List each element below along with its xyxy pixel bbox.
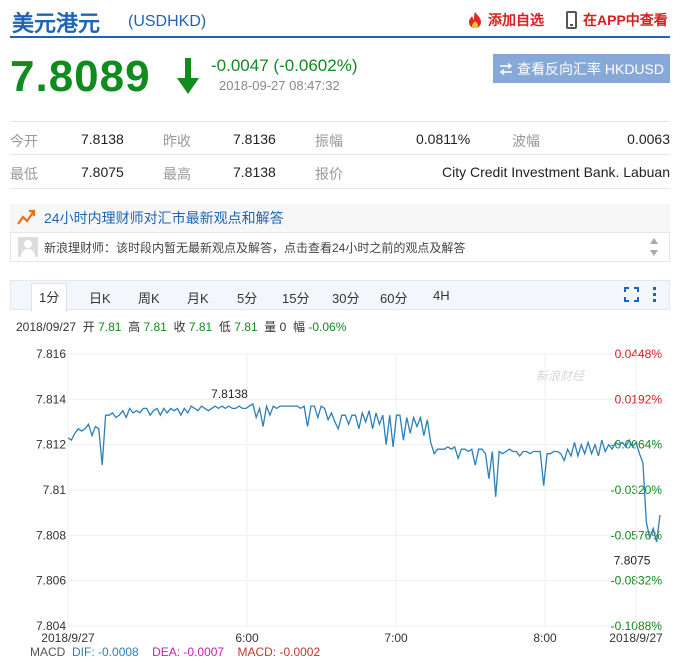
info-close: 7.81 [188, 320, 213, 334]
macd-title: MACD [30, 645, 66, 659]
tab-1min[interactable]: 1分 [31, 283, 68, 312]
y-tick-label: 7.814 [36, 392, 66, 406]
info-amplitude-label: 幅 [293, 320, 306, 334]
swap-icon [499, 62, 513, 75]
open-in-app-button[interactable]: 在APP中查看 [566, 10, 668, 30]
tab-15min[interactable]: 15分 [282, 288, 309, 307]
flame-icon [469, 12, 481, 28]
open-label: 今开 [10, 133, 38, 149]
info-high: 7.81 [143, 320, 167, 334]
info-low: 7.81 [234, 320, 258, 334]
stats-row: 最低 7.8075 最高 7.8138 报价 City Credit Inves… [10, 155, 670, 189]
pct-tick-label: 0.0448% [615, 347, 663, 361]
wave-label: 波幅 [512, 133, 540, 149]
fullscreen-icon[interactable] [624, 287, 639, 302]
more-options-icon[interactable] [653, 287, 657, 302]
info-low-label: 低 [218, 320, 231, 334]
open-value: 7.8138 [81, 131, 124, 147]
tab-5min[interactable]: 5分 [237, 288, 257, 307]
y-tick-label: 7.812 [36, 438, 66, 452]
pair-code: (USDHKD) [128, 13, 207, 30]
high-label: 最高 [163, 166, 191, 182]
info-close-label: 收 [173, 320, 186, 334]
extreme-price-label: 7.8075 [614, 554, 651, 568]
x-tick-label: 2018/9/27 [41, 631, 95, 645]
watermark: 新浪财经 [536, 369, 586, 383]
high-value: 7.8138 [233, 164, 276, 180]
prev-close-value: 7.8136 [233, 131, 276, 147]
info-date: 2018/09/27 [16, 320, 77, 334]
amplitude-value: 0.0811% [416, 131, 471, 147]
macd-value: MACD: -0.0002 [237, 645, 321, 659]
y-tick-label: 7.806 [36, 574, 66, 588]
reverse-rate-button[interactable]: 查看反向汇率 HKDUSD [493, 54, 670, 83]
open-in-app-label: 在APP中查看 [583, 12, 668, 28]
info-amplitude: -0.06% [308, 320, 347, 334]
x-tick-label: 7:00 [384, 631, 408, 645]
ohlc-info: 2018/09/27 开 7.81 高 7.81 收 7.81 低 7.81 量… [16, 318, 346, 335]
macd-dea: DEA: -0.0007 [152, 645, 225, 659]
wave-value: 0.0063 [627, 131, 670, 147]
x-tick-label: 6:00 [235, 631, 259, 645]
advisor-news-text: 新浪理财师：该时段内暂无最新观点及解答，点击查看24小时之前的观点及解答 [44, 240, 466, 255]
stats-row: 今开 7.8138 昨收 7.8136 振幅 0.0811% 波幅 0.0063 [10, 121, 670, 155]
macd-dif: DIF: -0.0008 [72, 645, 139, 659]
low-label: 最低 [10, 166, 38, 182]
info-volume: 0 [279, 320, 287, 334]
pair-name: 美元港元 [12, 11, 101, 36]
amplitude-label: 振幅 [315, 133, 343, 149]
scroll-arrows-icon[interactable] [649, 237, 659, 257]
add-watchlist-button[interactable]: 添加自选 [466, 10, 544, 30]
y-tick-label: 7.81 [43, 483, 67, 497]
tab-60min[interactable]: 60分 [380, 288, 407, 307]
y-tick-label: 7.816 [36, 347, 66, 361]
extreme-price-label: 7.8138 [211, 387, 248, 401]
pct-tick-label: 0.0192% [615, 392, 663, 406]
quote-header: 美元港元 (USDHKD) 添加自选 在APP中查看 [10, 4, 670, 38]
tab-4h[interactable]: 4H [433, 288, 450, 303]
tab-weekly-k[interactable]: 周K [138, 288, 160, 307]
reverse-rate-label: 查看反向汇率 HKDUSD [516, 60, 664, 77]
stats-table: 今开 7.8138 昨收 7.8136 振幅 0.0811% 波幅 0.0063… [10, 121, 670, 189]
price-series-line [67, 402, 661, 543]
price-change: -0.0047 (-0.0602%) [211, 56, 358, 75]
phone-icon [566, 11, 577, 29]
advisor-news-header[interactable]: 24小时内理财师对汇市最新观点和解答 [10, 204, 670, 232]
info-high-label: 高 [128, 320, 141, 334]
quote-source-label: 报价 [315, 166, 343, 182]
x-tick-label: 8:00 [533, 631, 557, 645]
y-tick-label: 7.808 [36, 528, 66, 542]
quote-time: 2018-09-27 08:47:32 [219, 78, 340, 93]
intraday-line-chart[interactable]: 新浪财经7.8167.8147.8127.817.8087.8067.8040.… [0, 340, 680, 663]
info-open-label: 开 [82, 320, 95, 334]
trend-icon [17, 209, 36, 225]
avatar [18, 237, 38, 257]
tab-daily-k[interactable]: 日K [89, 288, 111, 307]
tab-monthly-k[interactable]: 月K [187, 288, 209, 307]
down-arrow-icon [177, 58, 199, 94]
info-open: 7.81 [98, 320, 122, 334]
chart-period-tabs: 1分 日K 周K 月K 5分 15分 30分 60分 4H [10, 280, 670, 312]
prev-close-label: 昨收 [163, 133, 191, 149]
quote-source-value: City Credit Investment Bank. Labuan [441, 164, 670, 180]
info-volume-label: 量 [264, 320, 277, 334]
x-tick-label: 2018/9/27 [609, 631, 663, 645]
add-watchlist-label: 添加自选 [488, 12, 544, 28]
current-price: 7.8089 [10, 52, 151, 101]
macd-legend: MACD DIF: -0.0008 DEA: -0.0007 MACD: -0.… [30, 645, 320, 659]
tab-30min[interactable]: 30分 [332, 288, 359, 307]
low-value: 7.8075 [81, 164, 124, 180]
advisor-news-title: 24小时内理财师对汇市最新观点和解答 [44, 210, 284, 226]
advisor-news-item[interactable]: 新浪理财师：该时段内暂无最新观点及解答，点击查看24小时之前的观点及解答 [10, 232, 670, 262]
